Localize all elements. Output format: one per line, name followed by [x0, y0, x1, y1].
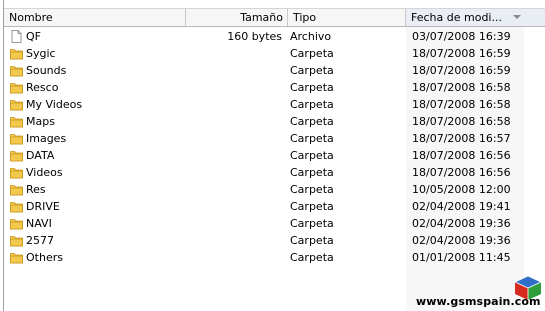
file-date: 02/04/2008 19:41: [412, 200, 511, 213]
file-row[interactable]: Maps Carpeta 18/07/2008 16:58: [4, 113, 545, 130]
file-row[interactable]: DATA Carpeta 18/07/2008 16:56: [4, 147, 545, 164]
file-name: Sygic: [26, 47, 56, 60]
file-date: 18/07/2008 16:58: [412, 115, 511, 128]
file-type: Carpeta: [290, 234, 334, 247]
column-header-type[interactable]: Tipo: [288, 9, 406, 26]
file-icon: [10, 30, 23, 43]
folder-icon: [10, 217, 23, 230]
folder-icon: [10, 81, 23, 94]
file-name: DRIVE: [26, 200, 60, 213]
file-type: Carpeta: [290, 251, 334, 264]
column-header-date-label: Fecha de modi...: [411, 11, 502, 24]
folder-icon: [10, 47, 23, 60]
file-date: 18/07/2008 16:58: [412, 98, 511, 111]
watermark-text: www.gsmspain.com: [416, 295, 541, 308]
file-date: 18/07/2008 16:59: [412, 64, 511, 77]
file-row[interactable]: Sounds Carpeta 18/07/2008 16:59: [4, 62, 545, 79]
folder-icon: [10, 200, 23, 213]
file-date: 02/04/2008 19:36: [412, 234, 511, 247]
file-list: QF 160 bytes Archivo 03/07/2008 16:39 Sygic C…: [4, 28, 545, 266]
file-row[interactable]: 2577 Carpeta 02/04/2008 19:36: [4, 232, 545, 249]
file-type: Carpeta: [290, 217, 334, 230]
file-date: 02/04/2008 19:36: [412, 217, 511, 230]
file-date: 18/07/2008 16:56: [412, 166, 511, 179]
file-row[interactable]: DRIVE Carpeta 02/04/2008 19:41: [4, 198, 545, 215]
file-name: Maps: [26, 115, 55, 128]
file-name: Others: [26, 251, 63, 264]
file-row[interactable]: Others Carpeta 01/01/2008 11:45: [4, 249, 545, 266]
file-name: QF: [26, 30, 41, 43]
file-row[interactable]: Videos Carpeta 18/07/2008 16:56: [4, 164, 545, 181]
column-header-size[interactable]: Tamaño: [186, 9, 288, 26]
file-date: 01/01/2008 11:45: [412, 251, 511, 264]
file-type: Carpeta: [290, 81, 334, 94]
folder-icon: [10, 64, 23, 77]
file-type: Carpeta: [290, 166, 334, 179]
watermark: www.gsmspain.com: [414, 275, 545, 311]
folder-icon: [10, 166, 23, 179]
file-row[interactable]: Res Carpeta 10/05/2008 12:00: [4, 181, 545, 198]
folder-icon: [10, 149, 23, 162]
file-name: Res: [26, 183, 46, 196]
file-date: 10/05/2008 12:00: [412, 183, 511, 196]
file-type: Archivo: [290, 30, 332, 43]
file-type: Carpeta: [290, 183, 334, 196]
file-name: Images: [26, 132, 67, 145]
file-size: 160 bytes: [227, 30, 282, 43]
folder-icon: [10, 98, 23, 111]
file-name: NAVI: [26, 217, 52, 230]
column-header-name[interactable]: Nombre: [4, 9, 186, 26]
file-name: Videos: [26, 166, 63, 179]
folder-icon: [10, 234, 23, 247]
file-row[interactable]: Resco Carpeta 18/07/2008 16:58: [4, 79, 545, 96]
column-header-date[interactable]: Fecha de modi...: [406, 9, 545, 26]
file-date: 18/07/2008 16:59: [412, 47, 511, 60]
sort-descending-icon: [513, 15, 521, 19]
file-row[interactable]: QF 160 bytes Archivo 03/07/2008 16:39: [4, 28, 545, 45]
file-date: 18/07/2008 16:57: [412, 132, 511, 145]
folder-icon: [10, 183, 23, 196]
folder-icon: [10, 115, 23, 128]
file-date: 18/07/2008 16:58: [412, 81, 511, 94]
file-type: Carpeta: [290, 149, 334, 162]
file-name: Sounds: [26, 64, 67, 77]
file-row[interactable]: NAVI Carpeta 02/04/2008 19:36: [4, 215, 545, 232]
file-name: Resco: [26, 81, 59, 94]
file-name: DATA: [26, 149, 55, 162]
file-type: Carpeta: [290, 132, 334, 145]
file-name: 2577: [26, 234, 54, 247]
file-type: Carpeta: [290, 47, 334, 60]
file-type: Carpeta: [290, 98, 334, 111]
file-type: Carpeta: [290, 200, 334, 213]
file-date: 18/07/2008 16:56: [412, 149, 511, 162]
file-type: Carpeta: [290, 64, 334, 77]
file-type: Carpeta: [290, 115, 334, 128]
file-row[interactable]: Images Carpeta 18/07/2008 16:57: [4, 130, 545, 147]
file-row[interactable]: My Videos Carpeta 18/07/2008 16:58: [4, 96, 545, 113]
file-name: My Videos: [26, 98, 83, 111]
folder-icon: [10, 132, 23, 145]
file-row[interactable]: Sygic Carpeta 18/07/2008 16:59: [4, 45, 545, 62]
column-header-bar: Nombre Tamaño Tipo Fecha de modi...: [4, 8, 545, 27]
file-date: 03/07/2008 16:39: [412, 30, 511, 43]
folder-icon: [10, 251, 23, 264]
